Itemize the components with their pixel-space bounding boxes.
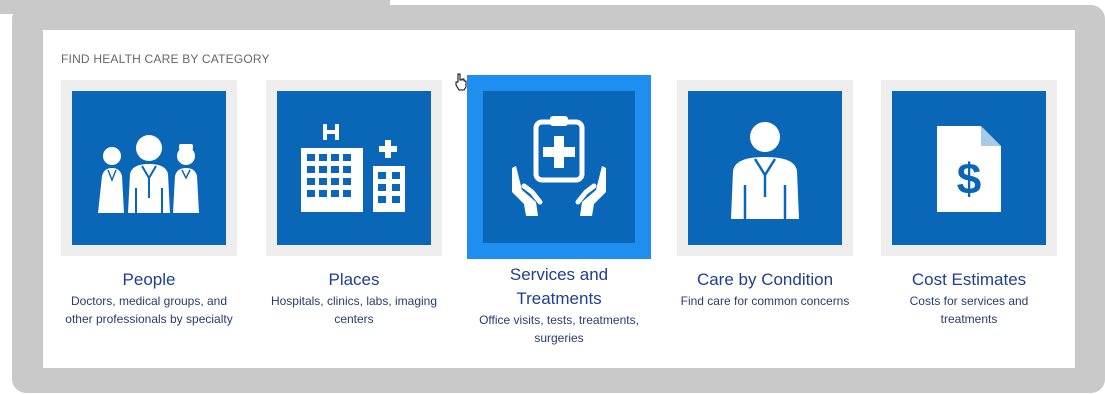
category-card-condition[interactable]: Care by Condition Find care for common c…: [677, 80, 853, 310]
category-card-services[interactable]: Services and Treatments Office visits, t…: [467, 75, 651, 347]
category-panel: FIND HEALTH CARE BY CATEGORY People Doct…: [43, 30, 1075, 368]
category-description: Doctors, medical groups, and other profe…: [65, 294, 233, 326]
section-title: FIND HEALTH CARE BY CATEGORY: [61, 52, 270, 66]
page-frame: FIND HEALTH CARE BY CATEGORY People Doct…: [0, 0, 1105, 394]
category-card-people[interactable]: People Doctors, medical groups, and othe…: [61, 80, 237, 328]
category-card-cost[interactable]: $ Cost Estimates Costs for services and …: [881, 80, 1057, 328]
category-description: Hospitals, clinics, labs, imaging center…: [270, 294, 438, 326]
category-tile-places[interactable]: [266, 80, 442, 256]
category-title[interactable]: People: [61, 268, 237, 292]
cost-document-icon: $: [937, 126, 1001, 212]
category-title[interactable]: Places: [266, 268, 442, 292]
category-tile-services[interactable]: [467, 75, 651, 259]
category-tile-people[interactable]: [61, 80, 237, 256]
category-tile-cost[interactable]: $: [881, 80, 1057, 256]
category-card-places[interactable]: Places Hospitals, clinics, labs, imaging…: [266, 80, 442, 328]
hospital-icon: [301, 124, 405, 212]
hand-cursor-icon: [455, 73, 467, 91]
category-tile-condition[interactable]: [677, 80, 853, 256]
category-title[interactable]: Cost Estimates: [881, 268, 1057, 292]
doctor-icon: [731, 122, 799, 219]
svg-text:$: $: [957, 155, 981, 204]
doctors-icon: [98, 135, 199, 213]
category-description: Costs for services and treatments: [909, 294, 1029, 326]
category-title[interactable]: Services and Treatments: [467, 263, 651, 311]
category-description: Office visits, tests, treatments, surger…: [479, 313, 639, 345]
category-title[interactable]: Care by Condition: [677, 268, 853, 292]
care-clipboard-icon: [512, 116, 606, 216]
category-description: Find care for common concerns: [680, 294, 850, 308]
